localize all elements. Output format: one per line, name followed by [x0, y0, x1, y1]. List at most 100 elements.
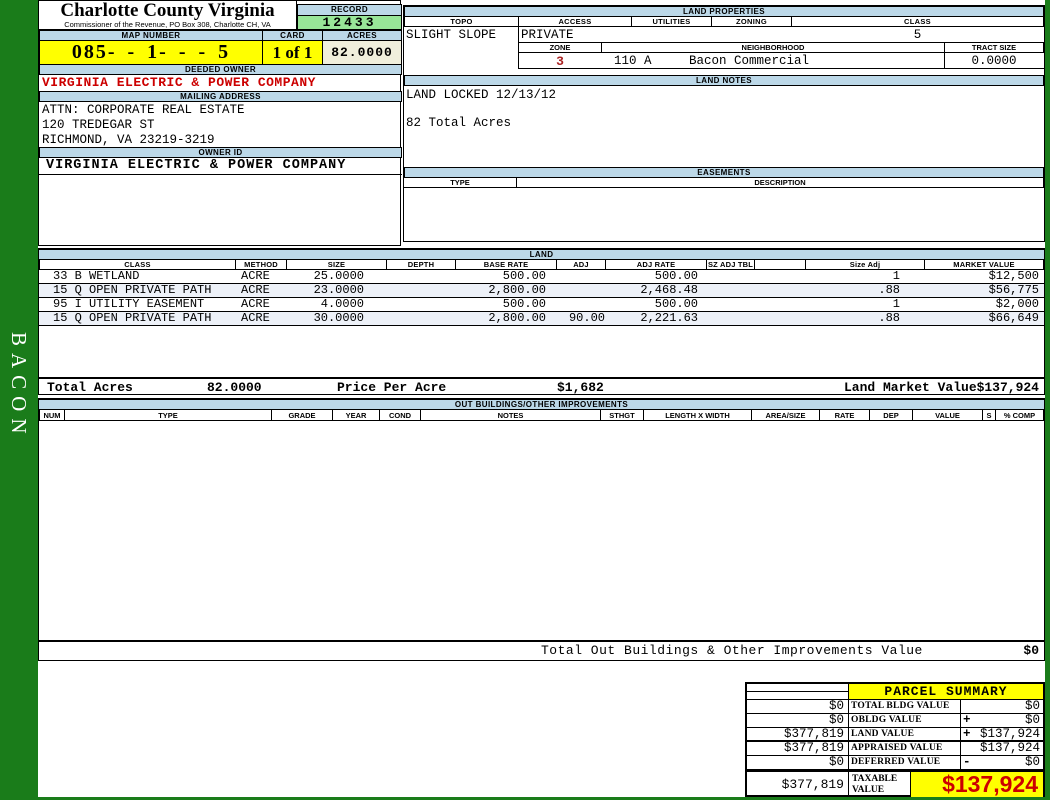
cell-class: 15 Q OPEN PRIVATE PATH: [53, 284, 212, 297]
ps-taxable-label: TAXABLE VALUE: [849, 772, 911, 797]
ps-left-value: $377,819: [747, 728, 849, 741]
cell-depth: [386, 312, 455, 325]
cell-class: 15 Q OPEN PRIVATE PATH: [53, 312, 212, 325]
ps-label: APPRAISED VALUE: [849, 742, 961, 755]
ob-rate-header: RATE: [819, 409, 869, 421]
ps-label: TOTAL BLDG VALUE: [849, 700, 961, 713]
cell-blank: [754, 298, 805, 311]
parcel-summary-header-spacer: [747, 684, 849, 699]
cell-size-adj: 1: [892, 270, 900, 283]
topo-value: SLIGHT SLOPE: [406, 28, 497, 42]
land-market-value: $137,924: [976, 380, 1039, 395]
cell-method: ACRE: [241, 284, 270, 297]
price-per-acre-value: $1,682: [557, 380, 604, 395]
card-value: 1 of 1: [262, 40, 323, 65]
ps-sign: +: [963, 727, 971, 741]
land-row-2: 15 Q OPEN PRIVATE PATH ACRE 23.0000 2,80…: [39, 284, 1044, 298]
record-value: 12433: [297, 15, 402, 30]
cell-blank: [754, 270, 805, 283]
parcel-summary-title: PARCEL SUMMARY: [849, 684, 1043, 699]
cell-depth: [386, 270, 455, 283]
cell-depth: [386, 298, 455, 311]
commissioner-line: Commissioner of the Revenue, PO Box 308,…: [64, 20, 271, 29]
easement-description-column-header: DESCRIPTION: [516, 177, 1044, 188]
land-row-3: 95 I UTILITY EASEMENT ACRE 4.0000 500.00…: [39, 298, 1044, 312]
cell-size: 23.0000: [313, 284, 364, 297]
county-title: Charlotte County Virginia: [60, 0, 275, 21]
cell-adj-rate: 2,468.48: [640, 284, 698, 297]
cell-depth: [386, 284, 455, 297]
out-buildings-total-value: $0: [1023, 643, 1039, 658]
deeded-owner-value: VIRGINIA ELECTRIC & POWER COMPANY: [39, 74, 402, 92]
cell-base-rate: 2,800.00: [488, 284, 546, 297]
land-properties-block: LAND PROPERTIES TOPO ACCESS UTILITIES ZO…: [403, 5, 1045, 242]
land-market-value-label: Land Market Value: [844, 380, 977, 395]
address-line-1: ATTN: CORPORATE REAL ESTATE: [42, 103, 245, 117]
cell-adj: [556, 298, 605, 311]
tract-size-value: 0.0000: [971, 54, 1017, 68]
ob-type-header: TYPE: [64, 409, 271, 421]
land-market-value-header: MARKET VALUE: [924, 259, 1044, 270]
cell-size: 25.0000: [313, 270, 364, 283]
zone-value: 3: [556, 54, 564, 69]
ps-label: OBLDG VALUE: [849, 714, 961, 727]
ob-pct-comp-header: % COMP: [995, 409, 1044, 421]
land-adj-rate-header: ADJ RATE: [605, 259, 706, 270]
county-title-box: Charlotte County Virginia Commissioner o…: [39, 1, 297, 30]
tract-size-column-header: TRACT SIZE: [944, 42, 1044, 53]
cell-base-rate: 2,800.00: [488, 312, 546, 325]
cell-blank: [754, 312, 805, 325]
parcel-summary-header-row: PARCEL SUMMARY: [747, 684, 1043, 700]
parcel-summary-row-obldg: $0 OBLDG VALUE + $0: [747, 714, 1043, 728]
ps-taxable-value: $137,924: [911, 772, 1043, 797]
cell-base-rate: 500.00: [502, 270, 546, 283]
cell-adj: [556, 284, 605, 297]
land-notes-section-label: LAND NOTES: [404, 75, 1044, 86]
ps-left-value: $0: [747, 756, 849, 769]
cell-size-adj: 1: [892, 298, 900, 311]
land-note-line-2: [406, 102, 1042, 116]
land-notes: LAND LOCKED 12/13/12 82 Total Acres: [406, 88, 1042, 130]
ps-right-value: $137,924: [979, 727, 1040, 741]
land-row-4: 15 Q OPEN PRIVATE PATH ACRE 30.0000 2,80…: [39, 312, 1044, 326]
easement-type-column-header: TYPE: [404, 177, 517, 188]
ob-grade-header: GRADE: [271, 409, 332, 421]
owner-header-block: Charlotte County Virginia Commissioner o…: [38, 0, 402, 246]
ps-right-value: $0: [1024, 699, 1040, 713]
zone-column-header: ZONE: [518, 42, 602, 53]
cell-market-value: $2,000: [995, 298, 1039, 311]
ob-num-header: NUM: [39, 409, 64, 421]
cell-sz-adj-tbl: [706, 270, 754, 283]
cell-size-adj: .88: [878, 312, 900, 325]
cell-size: 4.0000: [320, 298, 364, 311]
ob-cond-header: COND: [379, 409, 420, 421]
parcel-summary-row-appraised: $377,819 APPRAISED VALUE $137,924: [747, 742, 1043, 756]
cell-class: 95 I UTILITY EASEMENT: [53, 298, 205, 311]
map-number-value: 085- - 1- - - 5: [39, 40, 263, 65]
utilities-column-header: UTILITIES: [631, 16, 712, 27]
land-class-header: CLASS: [39, 259, 235, 270]
ob-length-width-header: LENGTH X WIDTH: [643, 409, 751, 421]
cell-class: 33 B WETLAND: [53, 270, 140, 283]
record-card: Charlotte County Virginia Commissioner o…: [38, 0, 1045, 797]
cell-adj-rate: 2,221.63: [640, 312, 698, 325]
out-buildings-header-row: NUM TYPE GRADE YEAR COND NOTES STHGT LEN…: [39, 409, 1044, 421]
ob-value-header: VALUE: [912, 409, 982, 421]
divider: [944, 52, 945, 69]
neighborhood-code: 110 A: [614, 54, 652, 68]
topo-column-header: TOPO: [404, 16, 519, 27]
cell-market-value: $66,649: [988, 312, 1039, 325]
ob-notes-header: NOTES: [420, 409, 600, 421]
land-size-adj-header: Size Adj: [805, 259, 924, 270]
sidebar-vertical-label: BACON: [7, 332, 31, 441]
access-column-header: ACCESS: [518, 16, 632, 27]
land-adj-header: ADJ: [556, 259, 605, 270]
zoning-column-header: ZONING: [711, 16, 792, 27]
class-column-header: CLASS: [791, 16, 1044, 27]
cell-adj: [556, 270, 605, 283]
cell-market-value: $12,500: [988, 270, 1039, 283]
ps-left-value: $0: [747, 700, 849, 713]
ob-area-size-header: AREA/SIZE: [751, 409, 819, 421]
land-row-1: 33 B WETLAND ACRE 25.0000 500.00 500.00 …: [39, 270, 1044, 284]
land-method-header: METHOD: [235, 259, 286, 270]
